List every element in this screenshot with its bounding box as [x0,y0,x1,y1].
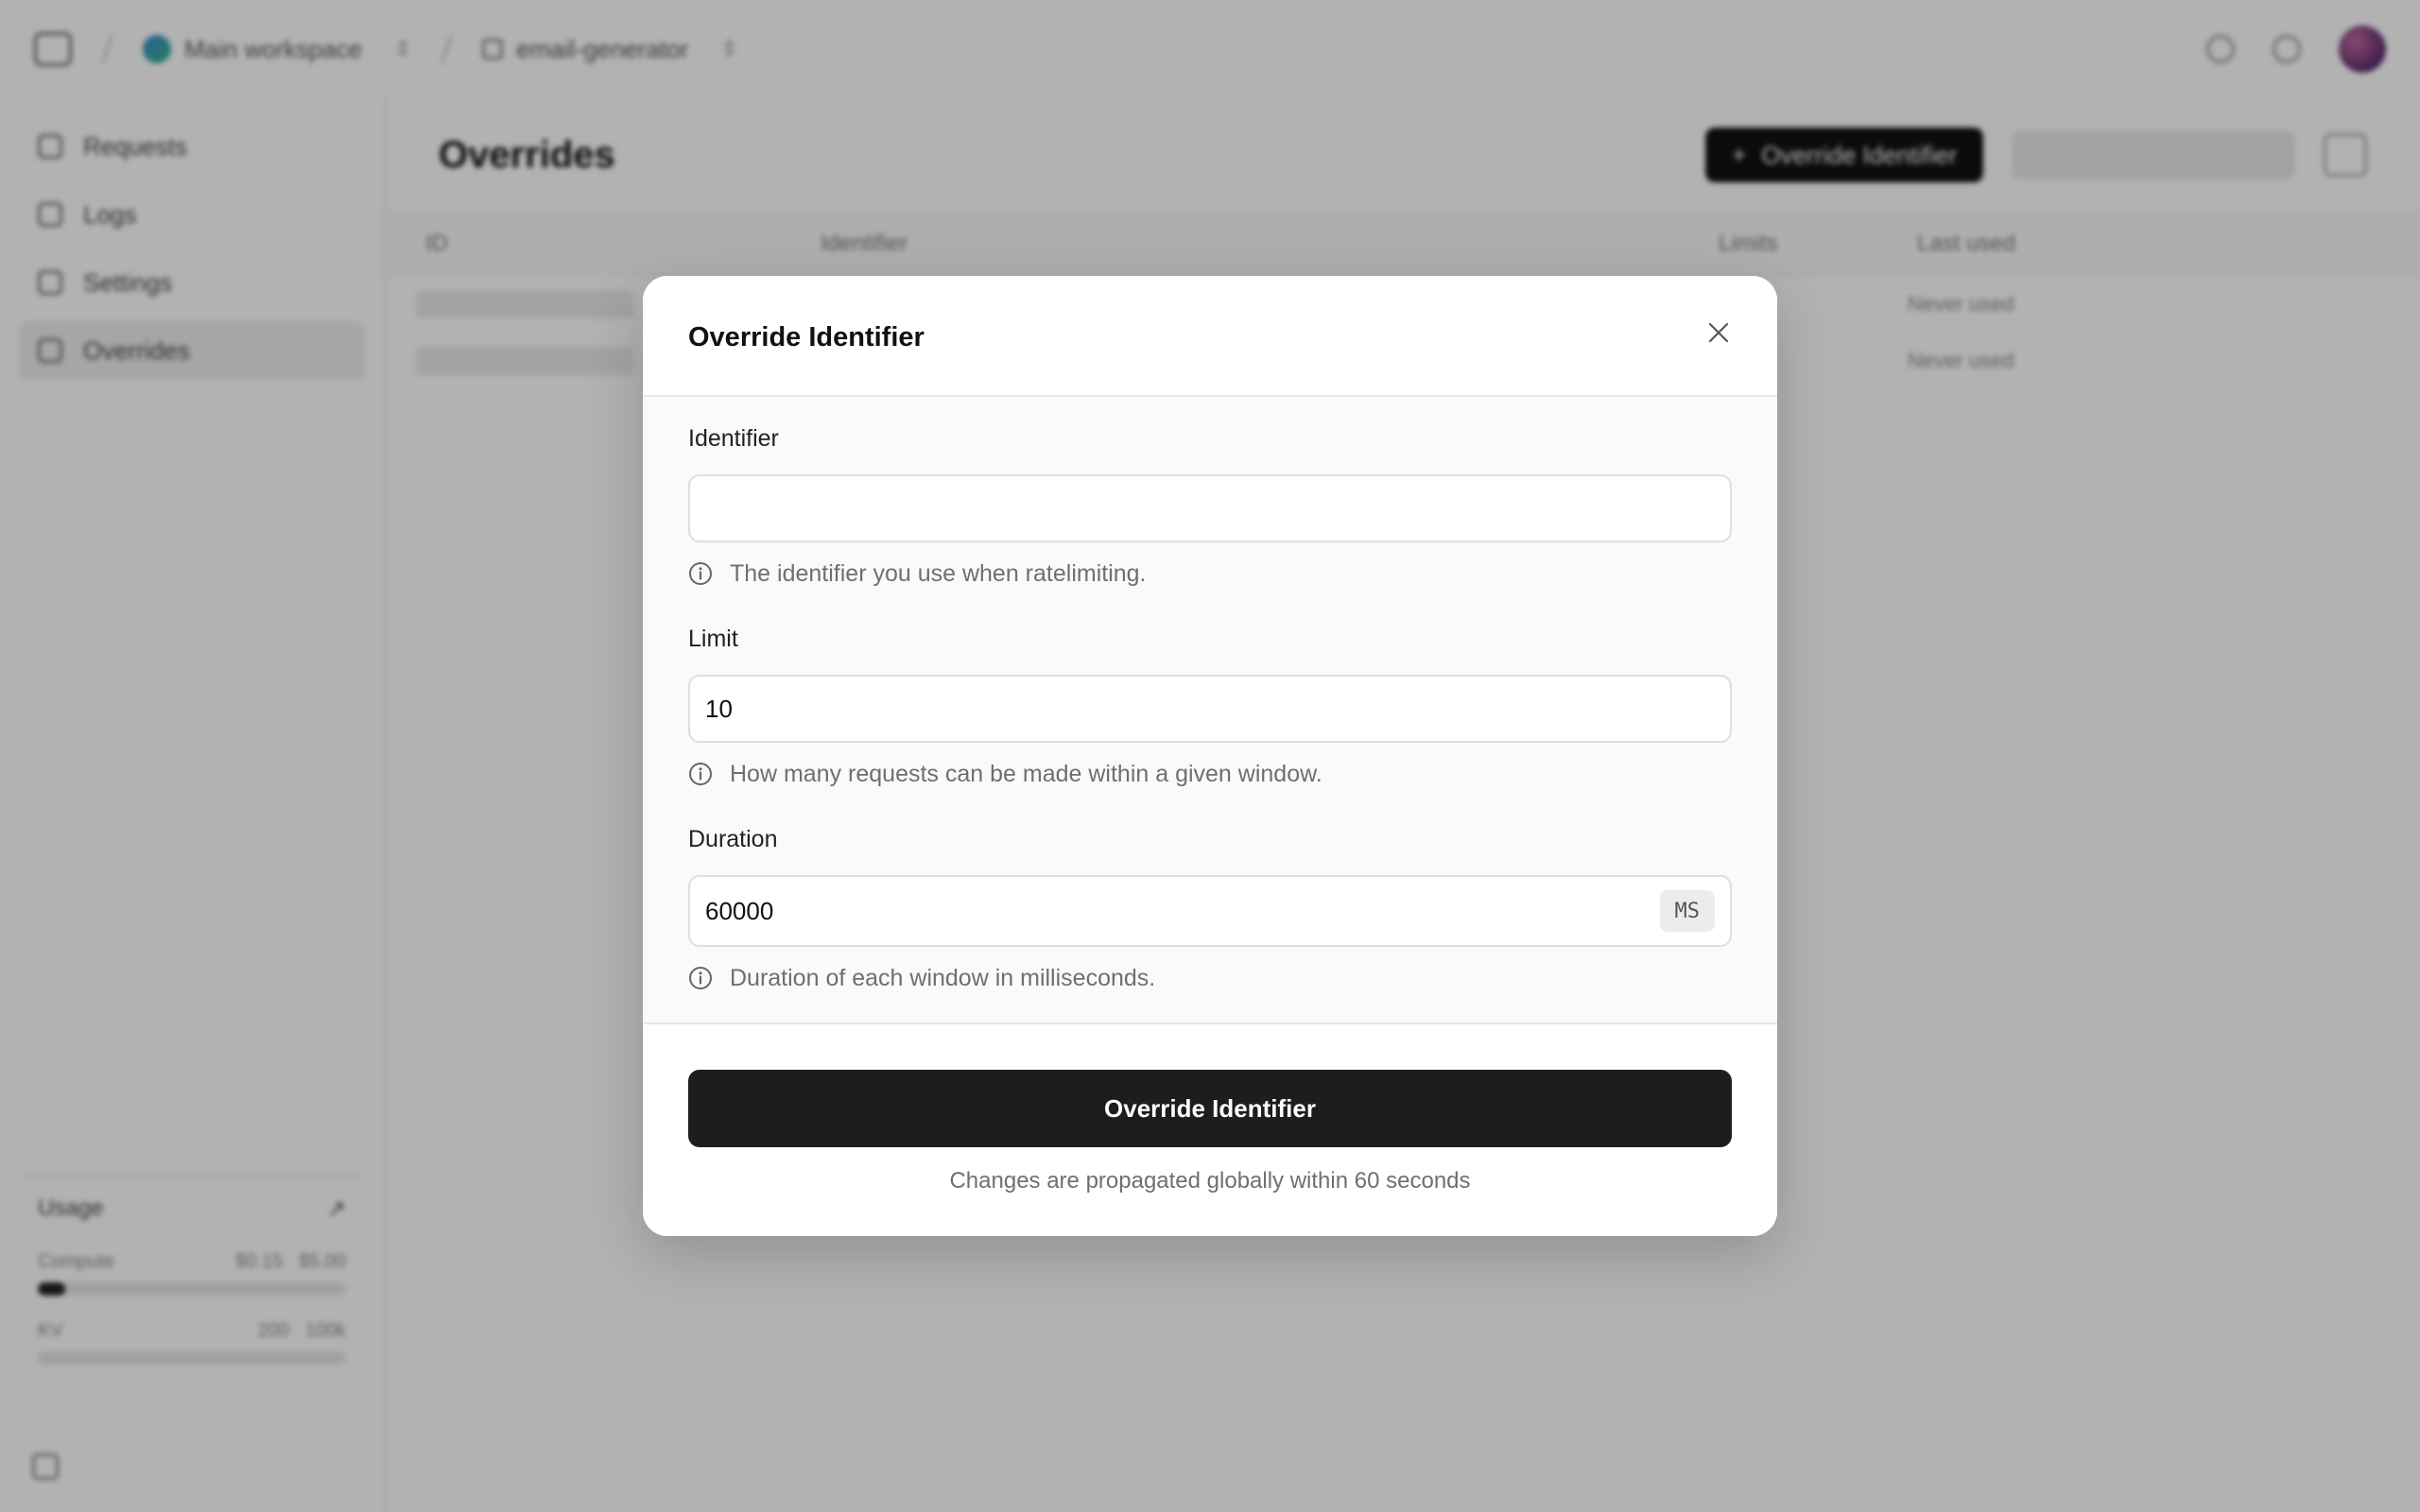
limit-input[interactable] [705,677,1715,741]
override-identifier-submit-button[interactable]: Override Identifier [688,1070,1732,1147]
duration-input[interactable] [705,877,1660,945]
duration-hint: Duration of each window in milliseconds. [688,964,1732,992]
identifier-label: Identifier [688,425,779,452]
identifier-input-wrapper [688,474,1732,542]
identifier-hint: The identifier you use when ratelimiting… [688,559,1732,588]
dialog-header: Override Identifier [643,276,1777,397]
limit-field-group: Limit How many requests can be made with… [688,626,1732,788]
dialog-title: Override Identifier [688,321,925,352]
limit-label: Limit [688,626,738,652]
info-icon [689,763,712,785]
dialog-footer: Override Identifier Changes are propagat… [643,1022,1777,1236]
propagation-note: Changes are propagated globally within 6… [949,1168,1471,1194]
duration-label: Duration [688,826,778,852]
dialog-body: Identifier The identifier you use when r… [643,397,1777,1022]
override-identifier-dialog: Override Identifier Identifier The ident… [643,276,1777,1236]
limit-hint: How many requests can be made within a g… [688,760,1732,788]
duration-input-wrapper: MS [688,875,1732,947]
limit-input-wrapper [688,675,1732,743]
info-icon [689,562,712,585]
unit-badge: MS [1659,890,1715,932]
identifier-field-group: Identifier The identifier you use when r… [688,425,1732,588]
identifier-input[interactable] [705,476,1715,541]
hint-text: Duration of each window in milliseconds. [730,964,1156,991]
info-icon [689,967,712,989]
close-icon [1708,322,1729,343]
close-button[interactable] [1700,314,1737,352]
duration-field-group: Duration MS Duration of each window in m… [688,826,1732,992]
hint-text: The identifier you use when ratelimiting… [730,559,1147,587]
hint-text: How many requests can be made within a g… [730,760,1322,787]
